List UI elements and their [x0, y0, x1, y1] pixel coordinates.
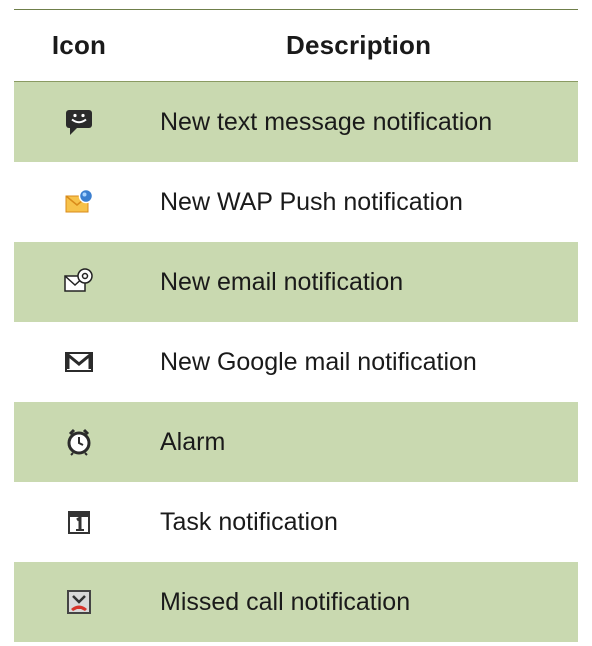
table-row: Task notification: [14, 482, 578, 562]
header-icon-cell: Icon: [14, 30, 144, 61]
table-row: New text message notification: [14, 82, 578, 162]
notification-icons-table: Icon Description New text message notifi…: [14, 9, 578, 642]
header-description-label: Description: [286, 30, 432, 60]
row-description: New text message notification: [160, 107, 493, 136]
alarm-icon: [64, 428, 94, 456]
task-icon: [64, 508, 94, 536]
header-icon-label: Icon: [51, 30, 107, 60]
row-description: Task notification: [160, 507, 338, 536]
table-row: New email notification: [14, 242, 578, 322]
row-description: Alarm: [160, 427, 226, 456]
missed-call-icon: [64, 588, 94, 616]
table-row: New Google mail notification: [14, 322, 578, 402]
row-description: New WAP Push notification: [160, 187, 463, 216]
table-header: Icon Description: [14, 10, 578, 81]
header-description-cell: Description: [144, 30, 578, 61]
table-row: New WAP Push notification: [14, 162, 578, 242]
google-mail-icon: [64, 348, 94, 376]
row-description: New email notification: [160, 267, 404, 296]
wap-push-icon: [64, 188, 94, 216]
row-description: Missed call notification: [160, 587, 411, 616]
table-row: Alarm: [14, 402, 578, 482]
email-icon: [64, 268, 94, 296]
row-description: New Google mail notification: [160, 347, 477, 376]
table-row: Missed call notification: [14, 562, 578, 642]
text-message-icon: [64, 108, 94, 136]
